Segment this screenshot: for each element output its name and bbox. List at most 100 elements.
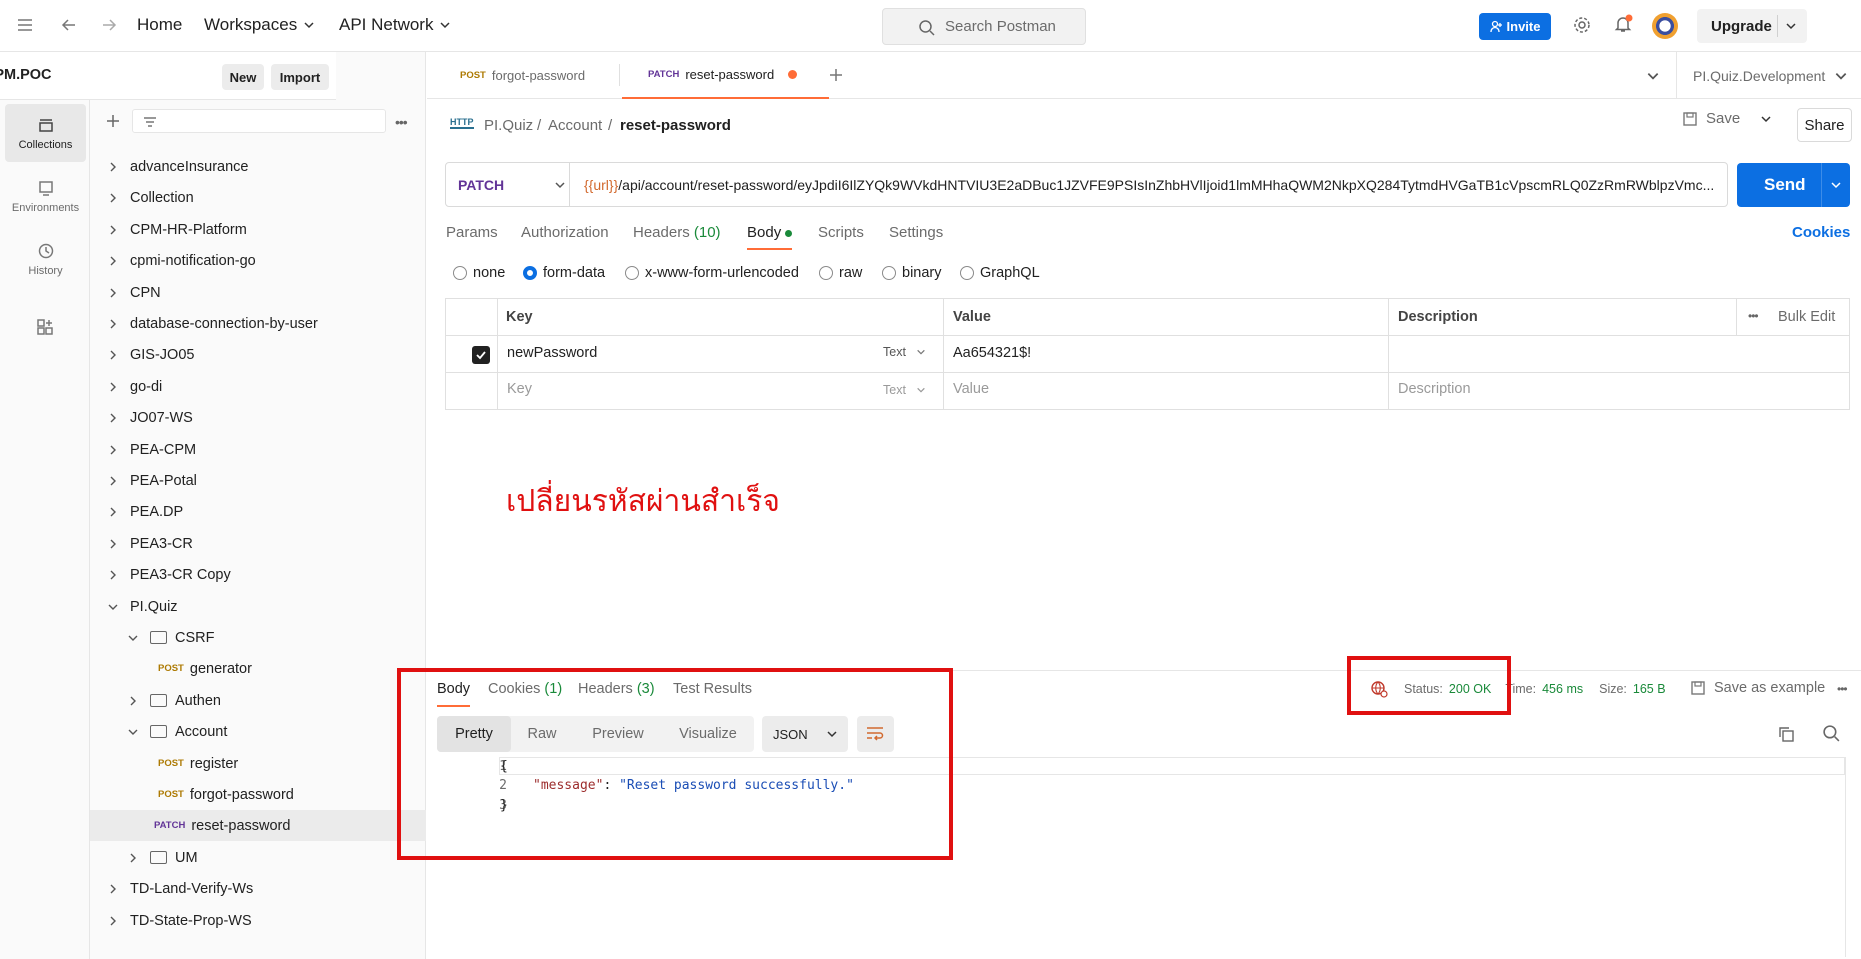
chevron-right-icon [106, 476, 120, 486]
send-button[interactable]: Send [1737, 163, 1850, 207]
folder-item[interactable]: Account [126, 716, 426, 747]
avatar[interactable] [1652, 13, 1678, 39]
tab-forgot-password[interactable]: POST forgot-password [460, 52, 585, 99]
tab-authorization[interactable]: Authorization [521, 224, 609, 241]
new-button[interactable]: New [222, 64, 264, 90]
request-item[interactable]: POST forgot-password [158, 779, 426, 810]
environments-icon [38, 180, 53, 196]
upgrade-button[interactable]: Upgrade [1697, 9, 1807, 43]
time-value[interactable]: 456 ms [1542, 682, 1583, 696]
collection-item[interactable]: GIS-JO05 [106, 339, 426, 370]
more-options-icon[interactable]: ••• [1837, 682, 1848, 696]
method-select[interactable]: PATCH [446, 163, 570, 206]
more-options-icon[interactable]: ••• [395, 114, 408, 130]
rail-environments[interactable]: Environments [5, 167, 86, 225]
apps-grid-icon[interactable] [36, 318, 54, 336]
collection-item[interactable]: go-di [106, 371, 426, 402]
param-type-select[interactable]: Text [883, 345, 926, 359]
menu-icon[interactable] [16, 16, 34, 34]
collection-item[interactable]: advanceInsurance [106, 151, 426, 182]
param-type-select[interactable]: Text [883, 383, 926, 397]
cookies-link[interactable]: Cookies [1792, 224, 1850, 241]
size-value[interactable]: 165 B [1633, 682, 1666, 696]
request-item[interactable]: PATCH reset-password [90, 810, 426, 841]
copy-icon[interactable] [1777, 725, 1795, 743]
tab-settings[interactable]: Settings [889, 224, 943, 241]
rail-history[interactable]: History [5, 230, 86, 288]
collection-item[interactable]: PEA-Potal [106, 465, 426, 496]
collection-item[interactable]: PEA-CPM [106, 434, 426, 465]
breadcrumb-folder[interactable]: Account [548, 117, 602, 134]
import-button[interactable]: Import [271, 64, 329, 90]
request-item[interactable]: POST register [158, 748, 426, 779]
collection-item[interactable]: CPM-HR-Platform [106, 214, 426, 245]
value-placeholder[interactable]: Value [953, 381, 989, 397]
folder-item[interactable]: CSRF [126, 622, 426, 653]
url-bar: PATCH {{url}}/api/account/reset-password… [445, 162, 1728, 207]
tree-item-label: go-di [130, 378, 163, 395]
breadcrumb-request[interactable]: reset-password [620, 117, 731, 134]
chevron-down-icon[interactable] [1834, 69, 1848, 83]
folder-icon [150, 851, 167, 864]
search-input[interactable]: Search Postman [882, 8, 1086, 45]
collection-item[interactable]: PEA3-CR Copy [106, 559, 426, 590]
folder-item[interactable]: Authen [126, 685, 426, 716]
description-placeholder[interactable]: Description [1398, 381, 1471, 397]
tab-reset-password[interactable]: PATCH reset-password [622, 52, 829, 99]
more-options-icon[interactable]: ••• [1748, 309, 1759, 323]
body-type-radio[interactable]: binary [882, 265, 942, 281]
folder-item[interactable]: UM [126, 842, 426, 873]
new-tab-plus-icon[interactable] [828, 67, 844, 83]
collection-item[interactable]: TD-Land-Verify-Ws [106, 873, 426, 904]
collection-item[interactable]: PEA3-CR [106, 528, 426, 559]
tab-body[interactable]: Body [747, 224, 793, 250]
body-type-radio[interactable]: raw [819, 265, 862, 281]
row-checkbox[interactable] [472, 346, 490, 364]
back-arrow-icon[interactable] [60, 16, 78, 34]
chevron-right-icon [106, 319, 120, 329]
add-icon[interactable] [105, 113, 121, 129]
workspaces-menu[interactable]: Workspaces [204, 15, 315, 35]
url-input[interactable]: {{url}}/api/account/reset-password/eyJpd… [570, 177, 1720, 193]
collection-item[interactable]: JO07-WS [106, 402, 426, 433]
tabs-overflow-chevron-icon[interactable] [1646, 69, 1660, 83]
chevron-down-icon[interactable] [1785, 20, 1797, 32]
collection-item[interactable]: TD-State-Prop-WS [106, 905, 426, 936]
forward-arrow-icon[interactable] [100, 16, 118, 34]
collection-item[interactable]: PEA.DP [106, 496, 426, 527]
save-button[interactable]: Save [1682, 110, 1772, 127]
collection-item[interactable]: database-connection-by-user [106, 308, 426, 339]
share-button[interactable]: Share [1797, 108, 1852, 142]
bulk-edit-link[interactable]: Bulk Edit [1778, 309, 1835, 325]
save-as-example-button[interactable]: Save as example [1690, 680, 1825, 696]
collection-item[interactable]: cpmi-notification-go [106, 245, 426, 276]
invite-button[interactable]: Invite [1479, 13, 1551, 40]
search-icon[interactable] [1822, 724, 1841, 743]
request-item[interactable]: POST generator [158, 653, 426, 684]
body-type-radio[interactable]: none [453, 265, 505, 281]
rail-collections[interactable]: Collections [5, 104, 86, 162]
filter-input[interactable] [132, 109, 386, 133]
collection-item[interactable]: PI.Quiz [106, 591, 426, 622]
body-type-radio[interactable]: GraphQL [960, 265, 1040, 281]
chevron-down-icon[interactable] [1830, 179, 1842, 191]
param-value[interactable]: Aa654321$! [953, 345, 1031, 361]
api-network-menu[interactable]: API Network [339, 15, 451, 35]
tab-headers[interactable]: Headers (10) [633, 224, 721, 241]
chevron-right-icon [106, 382, 120, 392]
key-placeholder[interactable]: Key [507, 381, 532, 397]
collection-item[interactable]: Collection [106, 182, 426, 213]
body-type-radio[interactable]: x-www-form-urlencoded [625, 265, 799, 281]
tab-scripts[interactable]: Scripts [818, 224, 864, 241]
tab-params[interactable]: Params [446, 224, 498, 241]
tree-item-label: PI.Quiz [130, 598, 178, 615]
workspace-name[interactable]: PEA.CPM.POC [0, 67, 52, 83]
param-key[interactable]: newPassword [507, 345, 597, 361]
home-link[interactable]: Home [137, 15, 182, 35]
collection-item[interactable]: CPN [106, 277, 426, 308]
breadcrumb-collection[interactable]: PI.Quiz [484, 117, 533, 134]
settings-gear-icon[interactable] [1572, 15, 1592, 35]
body-type-radio[interactable]: form-data [523, 265, 605, 281]
chevron-down-icon[interactable] [1760, 113, 1772, 125]
notifications-bell-icon[interactable] [1613, 14, 1633, 34]
